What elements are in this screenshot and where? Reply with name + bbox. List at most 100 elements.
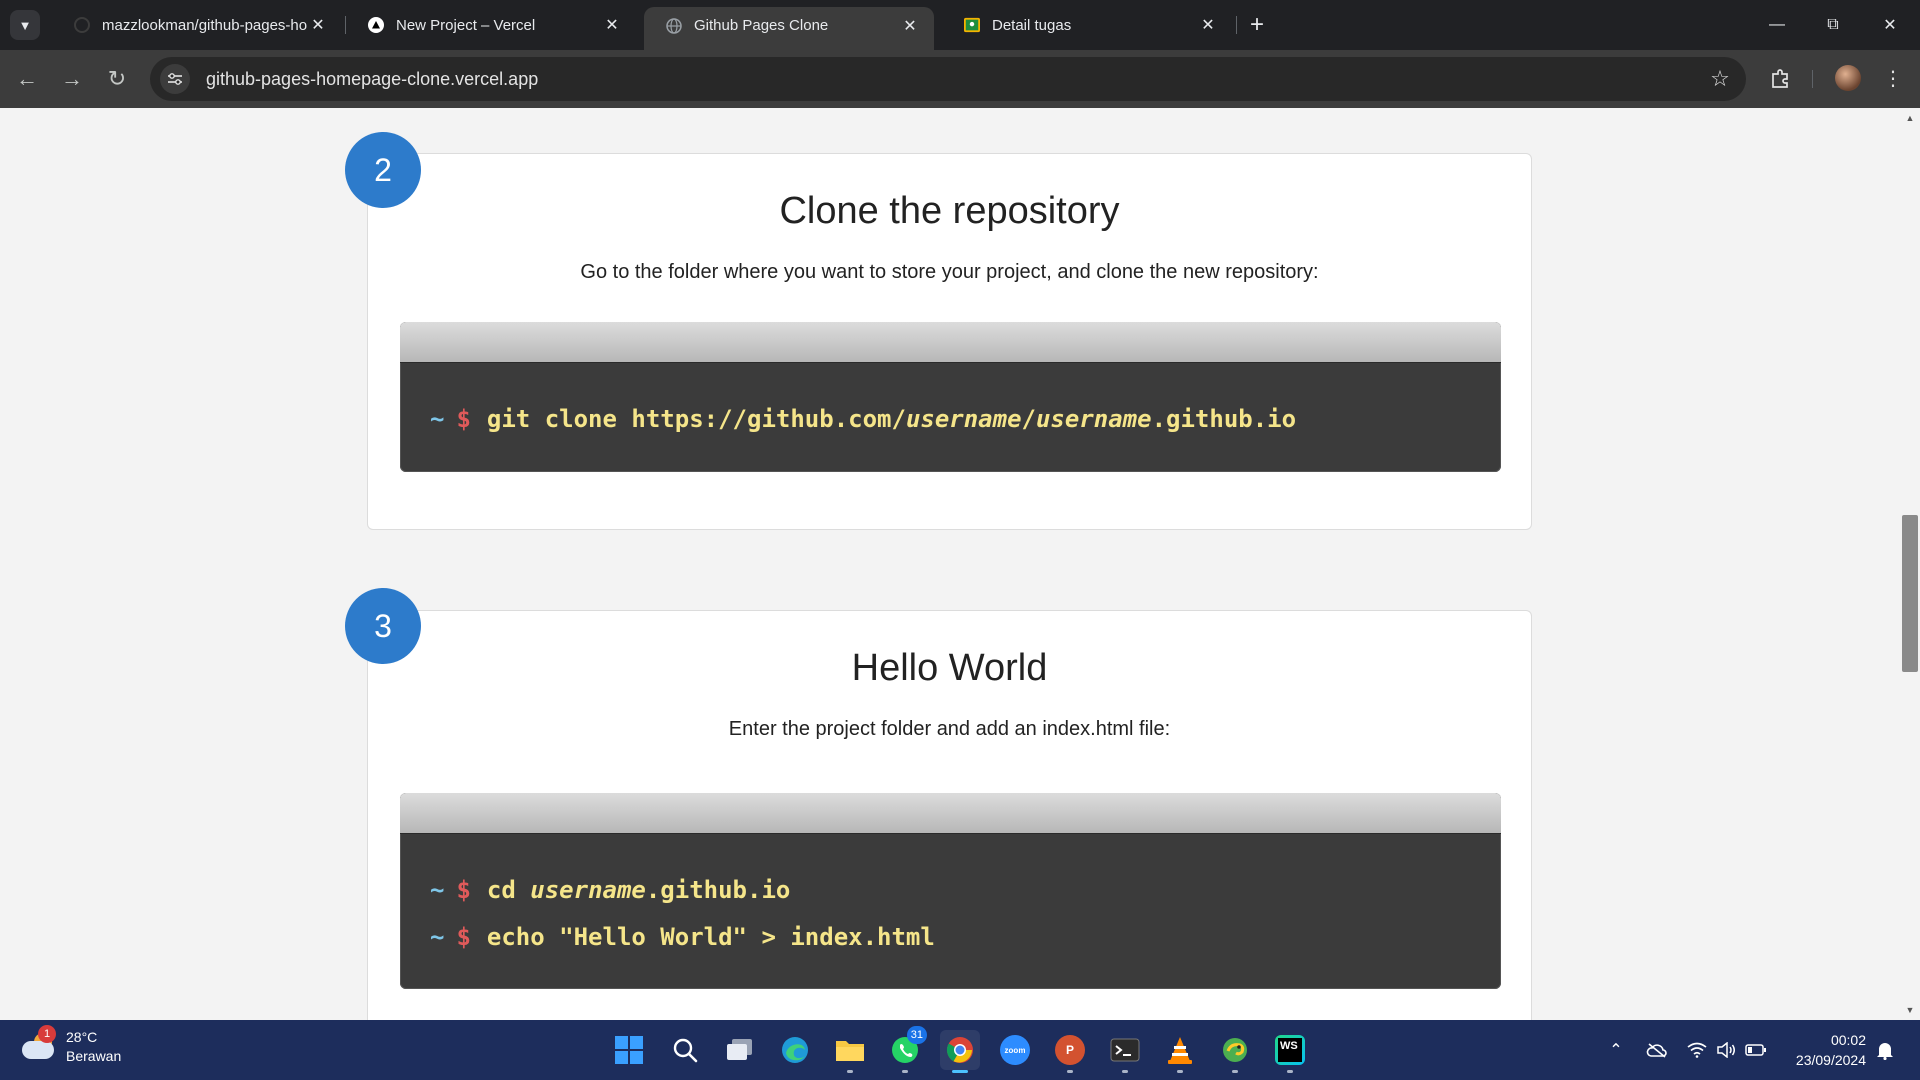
step-card: Clone the repository Go to the folder wh… bbox=[367, 153, 1532, 530]
taskbar-app-file-explorer[interactable] bbox=[830, 1030, 870, 1073]
tab-title: Github Pages Clone bbox=[694, 17, 829, 34]
tab-github[interactable]: mazzlookman/github-pages-ho ✕ bbox=[52, 8, 342, 42]
tab-title: New Project – Vercel bbox=[396, 16, 536, 34]
terminal-command: ~ $ git clone https://github.com/usernam… bbox=[430, 395, 1471, 442]
forward-button[interactable]: → bbox=[57, 64, 87, 94]
chameleon-app-icon bbox=[1223, 1038, 1247, 1062]
start-button[interactable] bbox=[609, 1030, 649, 1070]
windows-logo-icon bbox=[615, 1036, 643, 1064]
tab-vercel[interactable]: New Project – Vercel ✕ bbox=[346, 8, 636, 42]
task-view-button[interactable] bbox=[720, 1030, 760, 1070]
command-text: git clone https://github.com/username/us… bbox=[486, 404, 1297, 433]
clock-date: 23/09/2024 bbox=[1795, 1052, 1866, 1068]
scrollbar-thumb[interactable] bbox=[1902, 515, 1918, 672]
scroll-up-arrow-icon[interactable]: ▲ bbox=[1900, 110, 1920, 126]
volume-icon[interactable] bbox=[1714, 1038, 1738, 1062]
prompt-dollar: $ bbox=[456, 404, 471, 433]
taskbar-search-button[interactable] bbox=[665, 1030, 705, 1070]
terminal-command: ~ $ echo "Hello World" > index.html bbox=[430, 913, 1471, 960]
system-clock[interactable]: 00:02 23/09/2024 bbox=[1796, 1030, 1866, 1070]
minimize-icon: — bbox=[1769, 16, 1785, 33]
prompt-tilde: ~ bbox=[430, 922, 445, 951]
step-number-badge: 2 bbox=[345, 132, 421, 208]
terminal-icon bbox=[1110, 1038, 1140, 1062]
taskbar-app-edge[interactable] bbox=[775, 1030, 815, 1070]
terminal-window: ~ $ cd username.github.io ~ $ echo "Hell… bbox=[400, 793, 1501, 989]
prompt-tilde: ~ bbox=[430, 404, 445, 433]
prompt-tilde: ~ bbox=[430, 875, 445, 904]
browser-toolbar: ← → ↻ github-pages-homepage-clone.vercel… bbox=[0, 50, 1920, 108]
show-hidden-icons-button[interactable]: ⌃ bbox=[1604, 1038, 1628, 1062]
weather-condition: Berawan bbox=[66, 1048, 122, 1064]
step-number-badge: 3 bbox=[345, 588, 421, 664]
close-icon[interactable]: ✕ bbox=[900, 16, 920, 36]
profile-button[interactable] bbox=[1832, 62, 1864, 94]
site-info-button[interactable] bbox=[160, 64, 190, 94]
close-icon[interactable]: ✕ bbox=[1198, 15, 1218, 35]
taskbar-app-whatsapp[interactable]: 31 bbox=[885, 1026, 927, 1073]
new-tab-button[interactable]: + bbox=[1244, 11, 1270, 38]
taskbar-app-powerpoint[interactable]: P bbox=[1050, 1030, 1090, 1073]
close-icon[interactable]: ✕ bbox=[602, 15, 622, 35]
extensions-button[interactable] bbox=[1765, 62, 1797, 94]
globe-icon bbox=[666, 17, 682, 34]
prompt-dollar: $ bbox=[456, 922, 471, 951]
menu-button[interactable]: ⋮ bbox=[1877, 62, 1909, 94]
terminal-command: ~ $ cd username.github.io bbox=[430, 866, 1471, 913]
close-icon: ✕ bbox=[1883, 17, 1897, 34]
vlc-cone-icon bbox=[1168, 1037, 1192, 1064]
zoom-icon: zoom bbox=[1000, 1035, 1030, 1065]
tab-title: Detail tugas bbox=[992, 16, 1072, 34]
close-window-button[interactable]: ✕ bbox=[1870, 10, 1910, 40]
tab-detail-tugas[interactable]: Detail tugas ✕ bbox=[942, 8, 1232, 42]
terminal-titlebar bbox=[400, 322, 1501, 363]
terminal-titlebar bbox=[400, 793, 1501, 834]
page-viewport: Clone the repository Go to the folder wh… bbox=[0, 108, 1900, 1020]
taskbar-app-terminal[interactable] bbox=[1105, 1030, 1145, 1073]
battery-icon[interactable] bbox=[1744, 1038, 1768, 1062]
taskbar-app-vlc[interactable] bbox=[1160, 1030, 1200, 1073]
weather-temperature: 28°C bbox=[66, 1029, 98, 1045]
minimize-button[interactable]: — bbox=[1757, 10, 1797, 40]
command-text: cd username.github.io bbox=[486, 875, 791, 904]
address-bar[interactable]: github-pages-homepage-clone.vercel.app ☆ bbox=[150, 57, 1746, 101]
windows-taskbar: 1 28°C Berawan 31 zoom P WS ⌃ 00:02 23/0… bbox=[0, 1020, 1920, 1080]
tune-icon bbox=[168, 73, 182, 85]
step-title: Hello World bbox=[851, 647, 1048, 689]
back-button[interactable]: ← bbox=[12, 64, 42, 94]
restore-button[interactable]: ⧉ bbox=[1813, 10, 1853, 40]
page-scrollbar[interactable]: ▲ ▼ bbox=[1900, 108, 1920, 1020]
vercel-icon bbox=[368, 17, 384, 33]
command-text: echo "Hello World" > index.html bbox=[486, 922, 935, 951]
weather-widget[interactable]: 1 28°C Berawan bbox=[20, 1025, 122, 1066]
onedrive-offline-icon[interactable] bbox=[1645, 1038, 1669, 1062]
arrow-right-icon: → bbox=[61, 66, 83, 91]
search-icon bbox=[673, 1038, 698, 1063]
toolbar-separator bbox=[1812, 70, 1813, 88]
reload-button[interactable]: ↻ bbox=[102, 64, 132, 94]
wifi-icon[interactable] bbox=[1685, 1038, 1709, 1062]
puzzle-icon bbox=[1772, 69, 1788, 88]
taskbar-app-zoom[interactable]: zoom bbox=[995, 1030, 1035, 1070]
taskbar-app-chameleon[interactable] bbox=[1215, 1030, 1255, 1073]
taskbar-app-chrome[interactable] bbox=[940, 1030, 980, 1073]
tab-github-pages-clone[interactable]: Github Pages Clone ✕ bbox=[644, 7, 934, 50]
taskbar-app-webstorm[interactable]: WS bbox=[1270, 1030, 1310, 1073]
terminal-body: ~ $ git clone https://github.com/usernam… bbox=[400, 363, 1501, 442]
clock-time: 00:02 bbox=[1830, 1032, 1866, 1048]
step-description: Enter the project folder and add an inde… bbox=[728, 718, 1171, 740]
bookmark-star-icon[interactable]: ☆ bbox=[1708, 66, 1732, 91]
chrome-icon bbox=[946, 1037, 973, 1063]
folder-icon bbox=[836, 1041, 864, 1061]
terminal-body: ~ $ cd username.github.io ~ $ echo "Hell… bbox=[400, 834, 1501, 960]
notification-bell-icon[interactable] bbox=[1873, 1038, 1897, 1062]
tab-title: mazzlookman/github-pages-ho bbox=[102, 16, 308, 34]
tab-search-button[interactable]: ▼ bbox=[10, 10, 40, 40]
scroll-down-arrow-icon[interactable]: ▼ bbox=[1900, 1002, 1920, 1018]
close-icon[interactable]: ✕ bbox=[308, 15, 328, 35]
browser-tab-bar: ▼ mazzlookman/github-pages-ho ✕ New Proj… bbox=[0, 0, 1920, 50]
step-card: Hello World Enter the project folder and… bbox=[367, 610, 1532, 1020]
step-description: Go to the folder where you want to store… bbox=[580, 261, 1319, 283]
terminal-window: ~ $ git clone https://github.com/usernam… bbox=[400, 322, 1501, 472]
weather-cloudy-icon: 1 bbox=[20, 1025, 56, 1065]
